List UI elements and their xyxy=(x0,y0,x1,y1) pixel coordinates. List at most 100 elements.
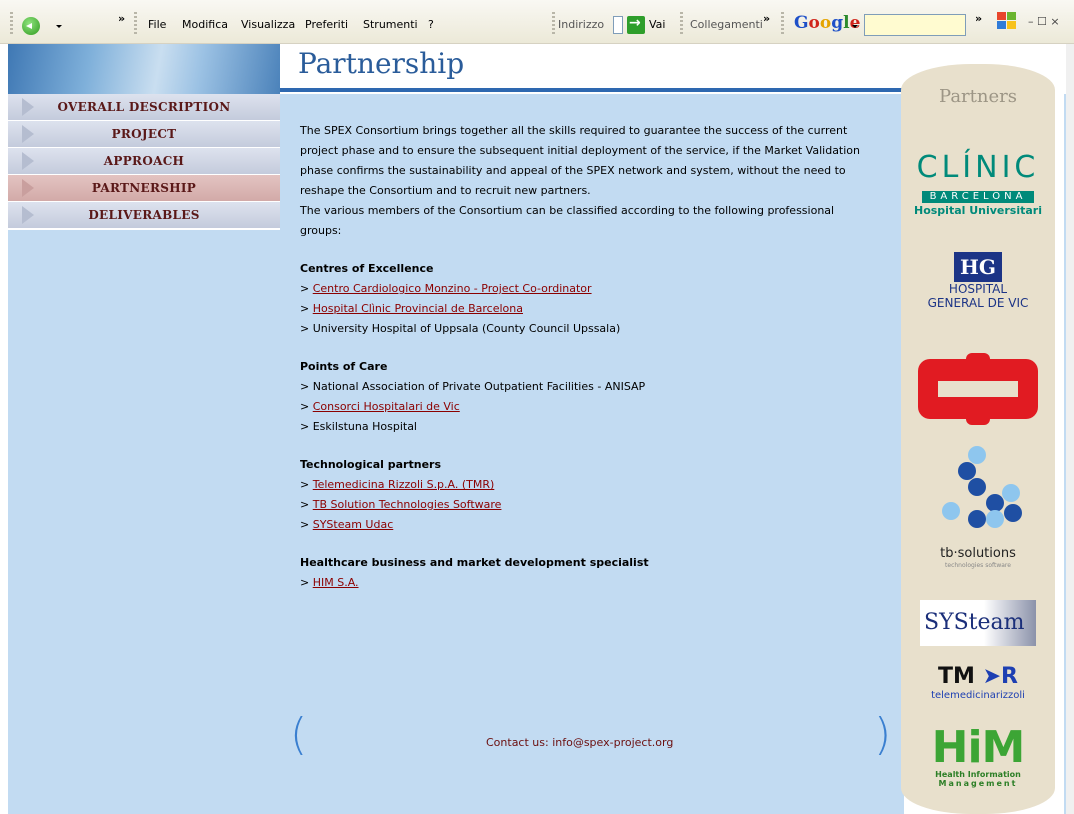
google-search-input[interactable] xyxy=(864,14,966,36)
clinic-name: CLÍNIC xyxy=(916,150,1040,185)
toolbar-chevron[interactable]: » xyxy=(118,12,125,25)
list-item: > Telemedicina Rizzoli S.p.A. (TMR) xyxy=(300,475,875,495)
nav-item-overall-description[interactable]: OVERALL DESCRIPTION xyxy=(8,94,280,121)
partner-name: University Hospital of Uppsala (County C… xyxy=(312,322,621,335)
partner-groups: Centres of Excellence > Centro Cardiologi… xyxy=(300,259,875,593)
group-title: Centres of Excellence xyxy=(300,262,434,275)
list-item: > TB Solution Technologies Software xyxy=(300,495,875,515)
partner-link[interactable]: Centro Cardiologico Monzino - Project Co… xyxy=(313,282,592,295)
tmr-mark-r: R xyxy=(1001,664,1018,689)
vertical-scrollbar[interactable] xyxy=(1066,44,1074,814)
logo-hospital-general-de-vic[interactable]: HG HOSPITAL GENERAL DE VIC xyxy=(901,252,1055,310)
partner-name: National Association of Private Outpatie… xyxy=(312,380,646,393)
toolbar-grip[interactable] xyxy=(680,12,683,34)
address-label: Indirizzo xyxy=(558,18,605,31)
nav-item-deliverables[interactable]: DELIVERABLES xyxy=(8,202,280,229)
nav-item-partnership[interactable]: PARTNERSHIP xyxy=(8,175,280,202)
him-mark: HiM xyxy=(931,722,1026,773)
tmr-arrow-icon: ➤ xyxy=(982,664,1002,689)
partner-group: Centres of Excellence > Centro Cardiologi… xyxy=(300,259,875,339)
partners-title: Partners xyxy=(939,86,1017,107)
group-list: > HIM S.A. xyxy=(300,573,875,593)
list-item-prefix: > xyxy=(300,576,313,589)
systeam-name: SYSteam xyxy=(920,600,1036,646)
toolbar-grip[interactable] xyxy=(10,12,13,34)
list-item-prefix: > xyxy=(300,322,313,335)
go-arrow-icon[interactable] xyxy=(627,15,645,34)
toolbar-chevron[interactable]: » xyxy=(763,12,770,25)
toolbar-chevron[interactable]: » xyxy=(975,12,982,25)
nav-item-approach[interactable]: APPROACH xyxy=(8,148,280,175)
hexagons-icon xyxy=(928,446,1028,546)
list-item-prefix: > xyxy=(300,498,313,511)
google-dropdown-icon[interactable] xyxy=(852,25,858,28)
group-list: > Centro Cardiologico Monzino - Project … xyxy=(300,279,875,339)
window-controls[interactable]: – ☐ × xyxy=(1028,15,1060,28)
list-item: > Centro Cardiologico Monzino - Project … xyxy=(300,279,875,299)
partner-link[interactable]: Consorci Hospitalari de Vic xyxy=(313,400,460,413)
logo-tmr[interactable]: TM ➤R telemedicinarizzoli xyxy=(901,664,1055,702)
partner-link[interactable]: Hospital Clìnic Provincial de Barcelona xyxy=(313,302,523,315)
list-item: > SYSteam Udac xyxy=(300,515,875,535)
partner-group: Points of Care > National Association of … xyxy=(300,357,875,437)
toolbar-grip[interactable] xyxy=(781,12,784,34)
menu-help[interactable]: ? xyxy=(428,18,434,31)
list-item-prefix: > xyxy=(300,380,313,393)
tb-tagline: technologies software xyxy=(945,562,1011,569)
list-item: > Consorci Hospitalari de Vic xyxy=(300,397,875,417)
address-input[interactable] xyxy=(613,16,623,34)
logo-him[interactable]: HiM Health Information Management xyxy=(901,722,1055,789)
tb-name: tb·solutions xyxy=(940,546,1016,561)
sidebar-background xyxy=(8,230,280,814)
nav-item-project[interactable]: PROJECT xyxy=(8,121,280,148)
list-item: > University Hospital of Uppsala (County… xyxy=(300,319,875,339)
list-item-prefix: > xyxy=(300,518,313,531)
links-label[interactable]: Collegamenti xyxy=(690,18,763,31)
tmr-subtitle: telemedicinarizzoli xyxy=(931,690,1025,701)
intro-paragraph: The SPEX Consortium brings together all … xyxy=(300,124,861,197)
partner-link[interactable]: TB Solution Technologies Software xyxy=(313,498,502,511)
him-line-1: Health Information xyxy=(935,770,1021,779)
back-icon[interactable] xyxy=(22,17,40,35)
list-item-prefix: > xyxy=(300,420,313,433)
intro-paragraph: The various members of the Consortium ca… xyxy=(300,204,835,237)
clinic-city: BARCELONA xyxy=(921,191,1035,203)
menu-preferiti[interactable]: Preferiti xyxy=(305,18,348,31)
list-item-prefix: > xyxy=(300,302,313,315)
back-dropdown-icon[interactable] xyxy=(56,25,62,28)
logo-clinic-barcelona[interactable]: CLÍNIC BARCELONA Hospital Universitari xyxy=(901,152,1055,219)
toolbar-grip[interactable] xyxy=(134,12,137,34)
list-item: > National Association of Private Outpat… xyxy=(300,377,875,397)
menu-visualizza[interactable]: Visualizza xyxy=(241,18,295,31)
menu-file[interactable]: File xyxy=(148,18,166,31)
group-title: Healthcare business and market developme… xyxy=(300,556,649,569)
web-page: OVERALL DESCRIPTION PROJECT APPROACH PAR… xyxy=(8,44,1074,814)
partner-link[interactable]: Telemedicina Rizzoli S.p.A. (TMR) xyxy=(313,478,495,491)
group-list: > National Association of Private Outpat… xyxy=(300,377,875,437)
go-button[interactable]: Vai xyxy=(649,18,665,31)
menu-strumenti[interactable]: Strumenti xyxy=(363,18,418,31)
partners-column: Partners CLÍNIC BARCELONA Hospital Unive… xyxy=(901,64,1055,814)
list-item-prefix: > xyxy=(300,282,313,295)
list-item-prefix: > xyxy=(300,400,313,413)
hg-line-1: HOSPITAL xyxy=(948,282,1008,296)
logo-tb-solutions[interactable]: tb·solutions technologies software xyxy=(901,446,1055,569)
header-image xyxy=(8,44,280,94)
google-logo[interactable]: Google xyxy=(794,13,860,33)
menu-modifica[interactable]: Modifica xyxy=(182,18,228,31)
partner-name: Eskilstuna Hospital xyxy=(312,420,417,433)
tmr-mark: TM xyxy=(938,664,975,689)
decorative-paren-right: ) xyxy=(874,709,892,760)
list-item: > HIM S.A. xyxy=(300,573,875,593)
windows-logo-icon xyxy=(997,12,1019,32)
partner-link[interactable]: SYSteam Udac xyxy=(313,518,394,531)
main-content: The SPEX Consortium brings together all … xyxy=(300,121,875,593)
list-item: > Eskilstuna Hospital xyxy=(300,417,875,437)
logo-systeam[interactable]: SYSteam xyxy=(901,600,1055,646)
contact-text: Contact us: info@spex-project.org xyxy=(486,736,674,749)
partner-link[interactable]: HIM S.A. xyxy=(313,576,359,589)
toolbar-grip[interactable] xyxy=(552,12,555,34)
sidebar-nav: OVERALL DESCRIPTION PROJECT APPROACH PAR… xyxy=(8,94,280,229)
decorative-paren-left: ( xyxy=(290,709,308,760)
logo-red-cross-icon[interactable] xyxy=(901,353,1055,425)
